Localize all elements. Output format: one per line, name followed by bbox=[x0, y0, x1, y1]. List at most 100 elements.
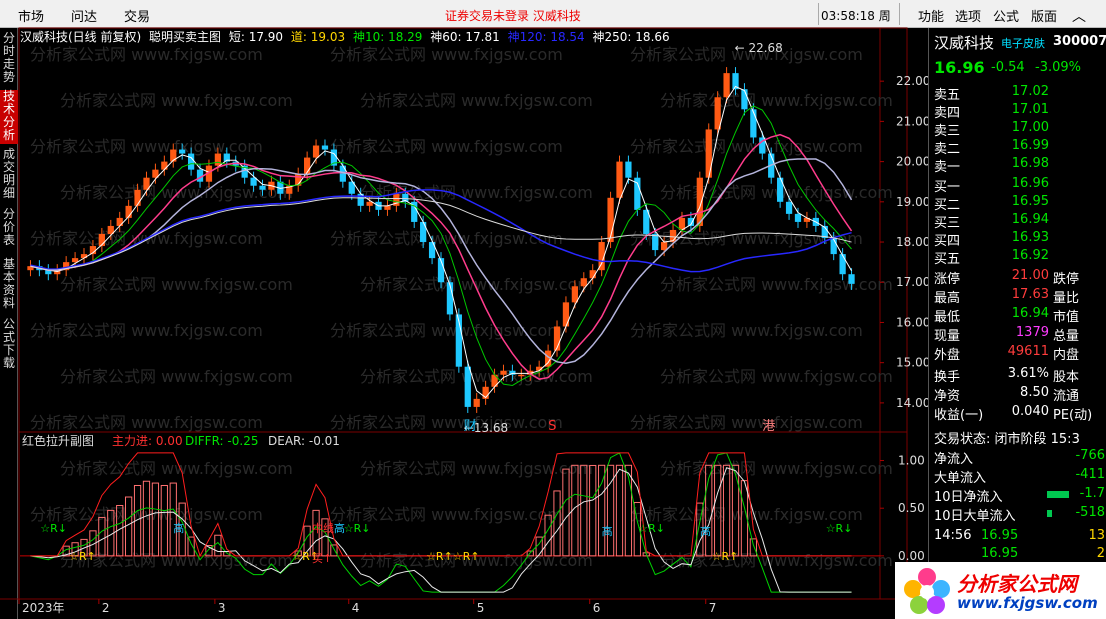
tick-price: 16.95 bbox=[981, 528, 1019, 543]
candle-body bbox=[80, 254, 88, 259]
watermark-text: 分析家公式网 www.fxjgsw.com bbox=[660, 459, 893, 478]
price-tick-label: 22.00 bbox=[896, 74, 928, 88]
stat2-value: 8.50 bbox=[1020, 385, 1049, 400]
watermark-text: 分析家公式网 www.fxjgsw.com bbox=[30, 413, 263, 432]
candle-body bbox=[366, 201, 373, 206]
ask-label: 卖三 bbox=[934, 124, 961, 139]
chart-canvas[interactable]: 分析家公式网 www.fxjgsw.com 分析家公式网 www.fxjgsw.c… bbox=[0, 0, 928, 619]
stat2-value: 3.61% bbox=[1007, 366, 1049, 381]
ask-label: 卖二 bbox=[934, 142, 961, 157]
watermark-text: 分析家公式网 www.fxjgsw.com bbox=[660, 183, 893, 202]
tick-time: 14:56 bbox=[934, 528, 972, 543]
tick-volume: 13 bbox=[1088, 528, 1105, 543]
stat-value: 49611 bbox=[1007, 344, 1049, 359]
watermark-text: 分析家公式网 www.fxjgsw.com bbox=[330, 321, 563, 340]
bid-label: 买四 bbox=[934, 234, 961, 249]
stat2-label: 收益(一) bbox=[934, 408, 984, 423]
marker-r-up: ☆R↑ bbox=[453, 550, 480, 563]
marker-r-down: ☆R↓ bbox=[344, 522, 371, 535]
watermark-text: 分析家公式网 www.fxjgsw.com bbox=[630, 137, 863, 156]
ask-row: 卖四 17.01 bbox=[929, 102, 1106, 121]
menu-options[interactable]: 选项 bbox=[955, 6, 981, 25]
flower-logo-icon bbox=[904, 568, 950, 614]
watermark-text: 分析家公式网 www.fxjgsw.com bbox=[30, 45, 263, 64]
price-tick-label: 19.00 bbox=[896, 195, 928, 209]
event-cai-label: 财 bbox=[464, 419, 477, 434]
stat-label: 外盘 bbox=[934, 348, 961, 363]
watermark-text: 分析家公式网 www.fxjgsw.com bbox=[360, 91, 593, 110]
bid-price: 16.93 bbox=[1011, 230, 1049, 245]
date-label: 6 bbox=[593, 601, 601, 615]
quote-sector[interactable]: 电子皮肤 bbox=[1001, 35, 1045, 51]
candle-body bbox=[179, 149, 186, 154]
sub-dear: DEAR: -0.01 bbox=[268, 434, 340, 448]
watermark-text: 分析家公式网 www.fxjgsw.com bbox=[330, 45, 563, 64]
candle-body bbox=[71, 258, 79, 263]
candle-body bbox=[161, 161, 168, 170]
sub-bar bbox=[598, 464, 606, 557]
marker-high: 高 bbox=[334, 521, 345, 535]
shen120-value: 神120: 18.54 bbox=[507, 30, 585, 44]
stat2-row: 收益(一) 0.040 PE(动) bbox=[929, 404, 1106, 423]
watermark-text: 分析家公式网 www.fxjgsw.com bbox=[60, 367, 293, 386]
candle-body bbox=[705, 129, 712, 178]
bid-price: 16.94 bbox=[1011, 212, 1049, 227]
watermark-text: 分析家公式网 www.fxjgsw.com bbox=[660, 91, 893, 110]
stat-label-right: 市值 bbox=[1053, 310, 1080, 325]
price-tick-label: 20.00 bbox=[896, 155, 928, 169]
watermark-text: 分析家公式网 www.fxjgsw.com bbox=[30, 321, 263, 340]
marker-r-down: ☆R↓ bbox=[40, 522, 67, 535]
watermark-text: 分析家公式网 www.fxjgsw.com bbox=[360, 367, 593, 386]
watermark-text: 分析家公式网 www.fxjgsw.com bbox=[630, 321, 863, 340]
stat-row: 最低 16.94 市值 bbox=[929, 306, 1106, 325]
sub-diffr: DIFFR: -0.25 bbox=[185, 434, 258, 448]
flow-label: 净流入 bbox=[934, 452, 974, 467]
indicator-name[interactable]: 聪明买卖主图 bbox=[149, 30, 221, 44]
flow-value: -411 bbox=[1075, 467, 1105, 482]
dao-value: 道: 19.03 bbox=[290, 30, 346, 44]
watermark-text: 分析家公式网 www.fxjgsw.com bbox=[360, 275, 593, 294]
candle-body bbox=[312, 145, 320, 158]
flow-bar bbox=[1047, 491, 1069, 498]
candle-body bbox=[750, 109, 757, 138]
ask-label: 卖一 bbox=[934, 160, 961, 175]
ask-row: 卖三 17.00 bbox=[929, 120, 1106, 139]
date-label: 2 bbox=[102, 601, 110, 615]
ask-price: 16.98 bbox=[1011, 156, 1049, 171]
candle-body bbox=[580, 278, 587, 287]
tick-row: 14:56 16.95 13 bbox=[929, 528, 1106, 546]
collapse-up-icon[interactable]: ︿ bbox=[1072, 6, 1086, 26]
candle-body bbox=[660, 242, 668, 251]
flow-row: 净流入 -766 bbox=[929, 448, 1106, 467]
candle-body bbox=[777, 177, 784, 202]
marker-high: 高 bbox=[173, 521, 184, 535]
bid-row: 买五 16.92 bbox=[929, 248, 1106, 267]
stat-row: 涨停 21.00 跌停 bbox=[929, 268, 1106, 287]
flow-row: 大单流入 -411 bbox=[929, 467, 1106, 486]
sub-tick-label: 1.00 bbox=[898, 454, 925, 468]
flow-label: 10日大单流入 bbox=[934, 509, 1016, 524]
ask-label: 卖四 bbox=[934, 106, 961, 121]
watermark-text: 分析家公式网 www.fxjgsw.com bbox=[630, 413, 863, 432]
watermark-text: 分析家公式网 www.fxjgsw.com bbox=[660, 367, 893, 386]
sub-tick-label: 0.00 bbox=[898, 549, 925, 563]
marker-r-up: ☆R↑ bbox=[426, 550, 453, 563]
tick-price: 16.95 bbox=[981, 546, 1019, 561]
stat-label-right: 量比 bbox=[1053, 291, 1080, 306]
flow-label: 大单流入 bbox=[934, 471, 987, 486]
menu-formula[interactable]: 公式 bbox=[993, 6, 1019, 25]
marker-mid: 中线 bbox=[312, 521, 334, 535]
bid-label: 买二 bbox=[934, 198, 961, 213]
watermark-text: 分析家公式网 www.fxjgsw.com bbox=[360, 459, 593, 478]
site-logo: 分析家公式网 www.fxjgsw.com bbox=[895, 562, 1106, 619]
quote-pct: -3.09% bbox=[1035, 60, 1081, 75]
bid-label: 买五 bbox=[934, 252, 961, 267]
quote-panel: 汉威科技 电子皮肤 300007 16.96 -0.54 -3.09% 卖五 17… bbox=[928, 28, 1106, 619]
sub-tick-label: 0.50 bbox=[898, 501, 925, 515]
candle-body bbox=[848, 274, 855, 284]
main-chart-header: 汉威科技(日线 前复权) 聪明买卖主图 短: 17.90 道: 19.03 神1… bbox=[20, 28, 674, 44]
menu-layout[interactable]: 版面 bbox=[1031, 6, 1057, 25]
candle-body bbox=[616, 161, 623, 198]
ask-row: 卖一 16.98 bbox=[929, 156, 1106, 175]
stat2-value: 0.040 bbox=[1011, 404, 1049, 419]
